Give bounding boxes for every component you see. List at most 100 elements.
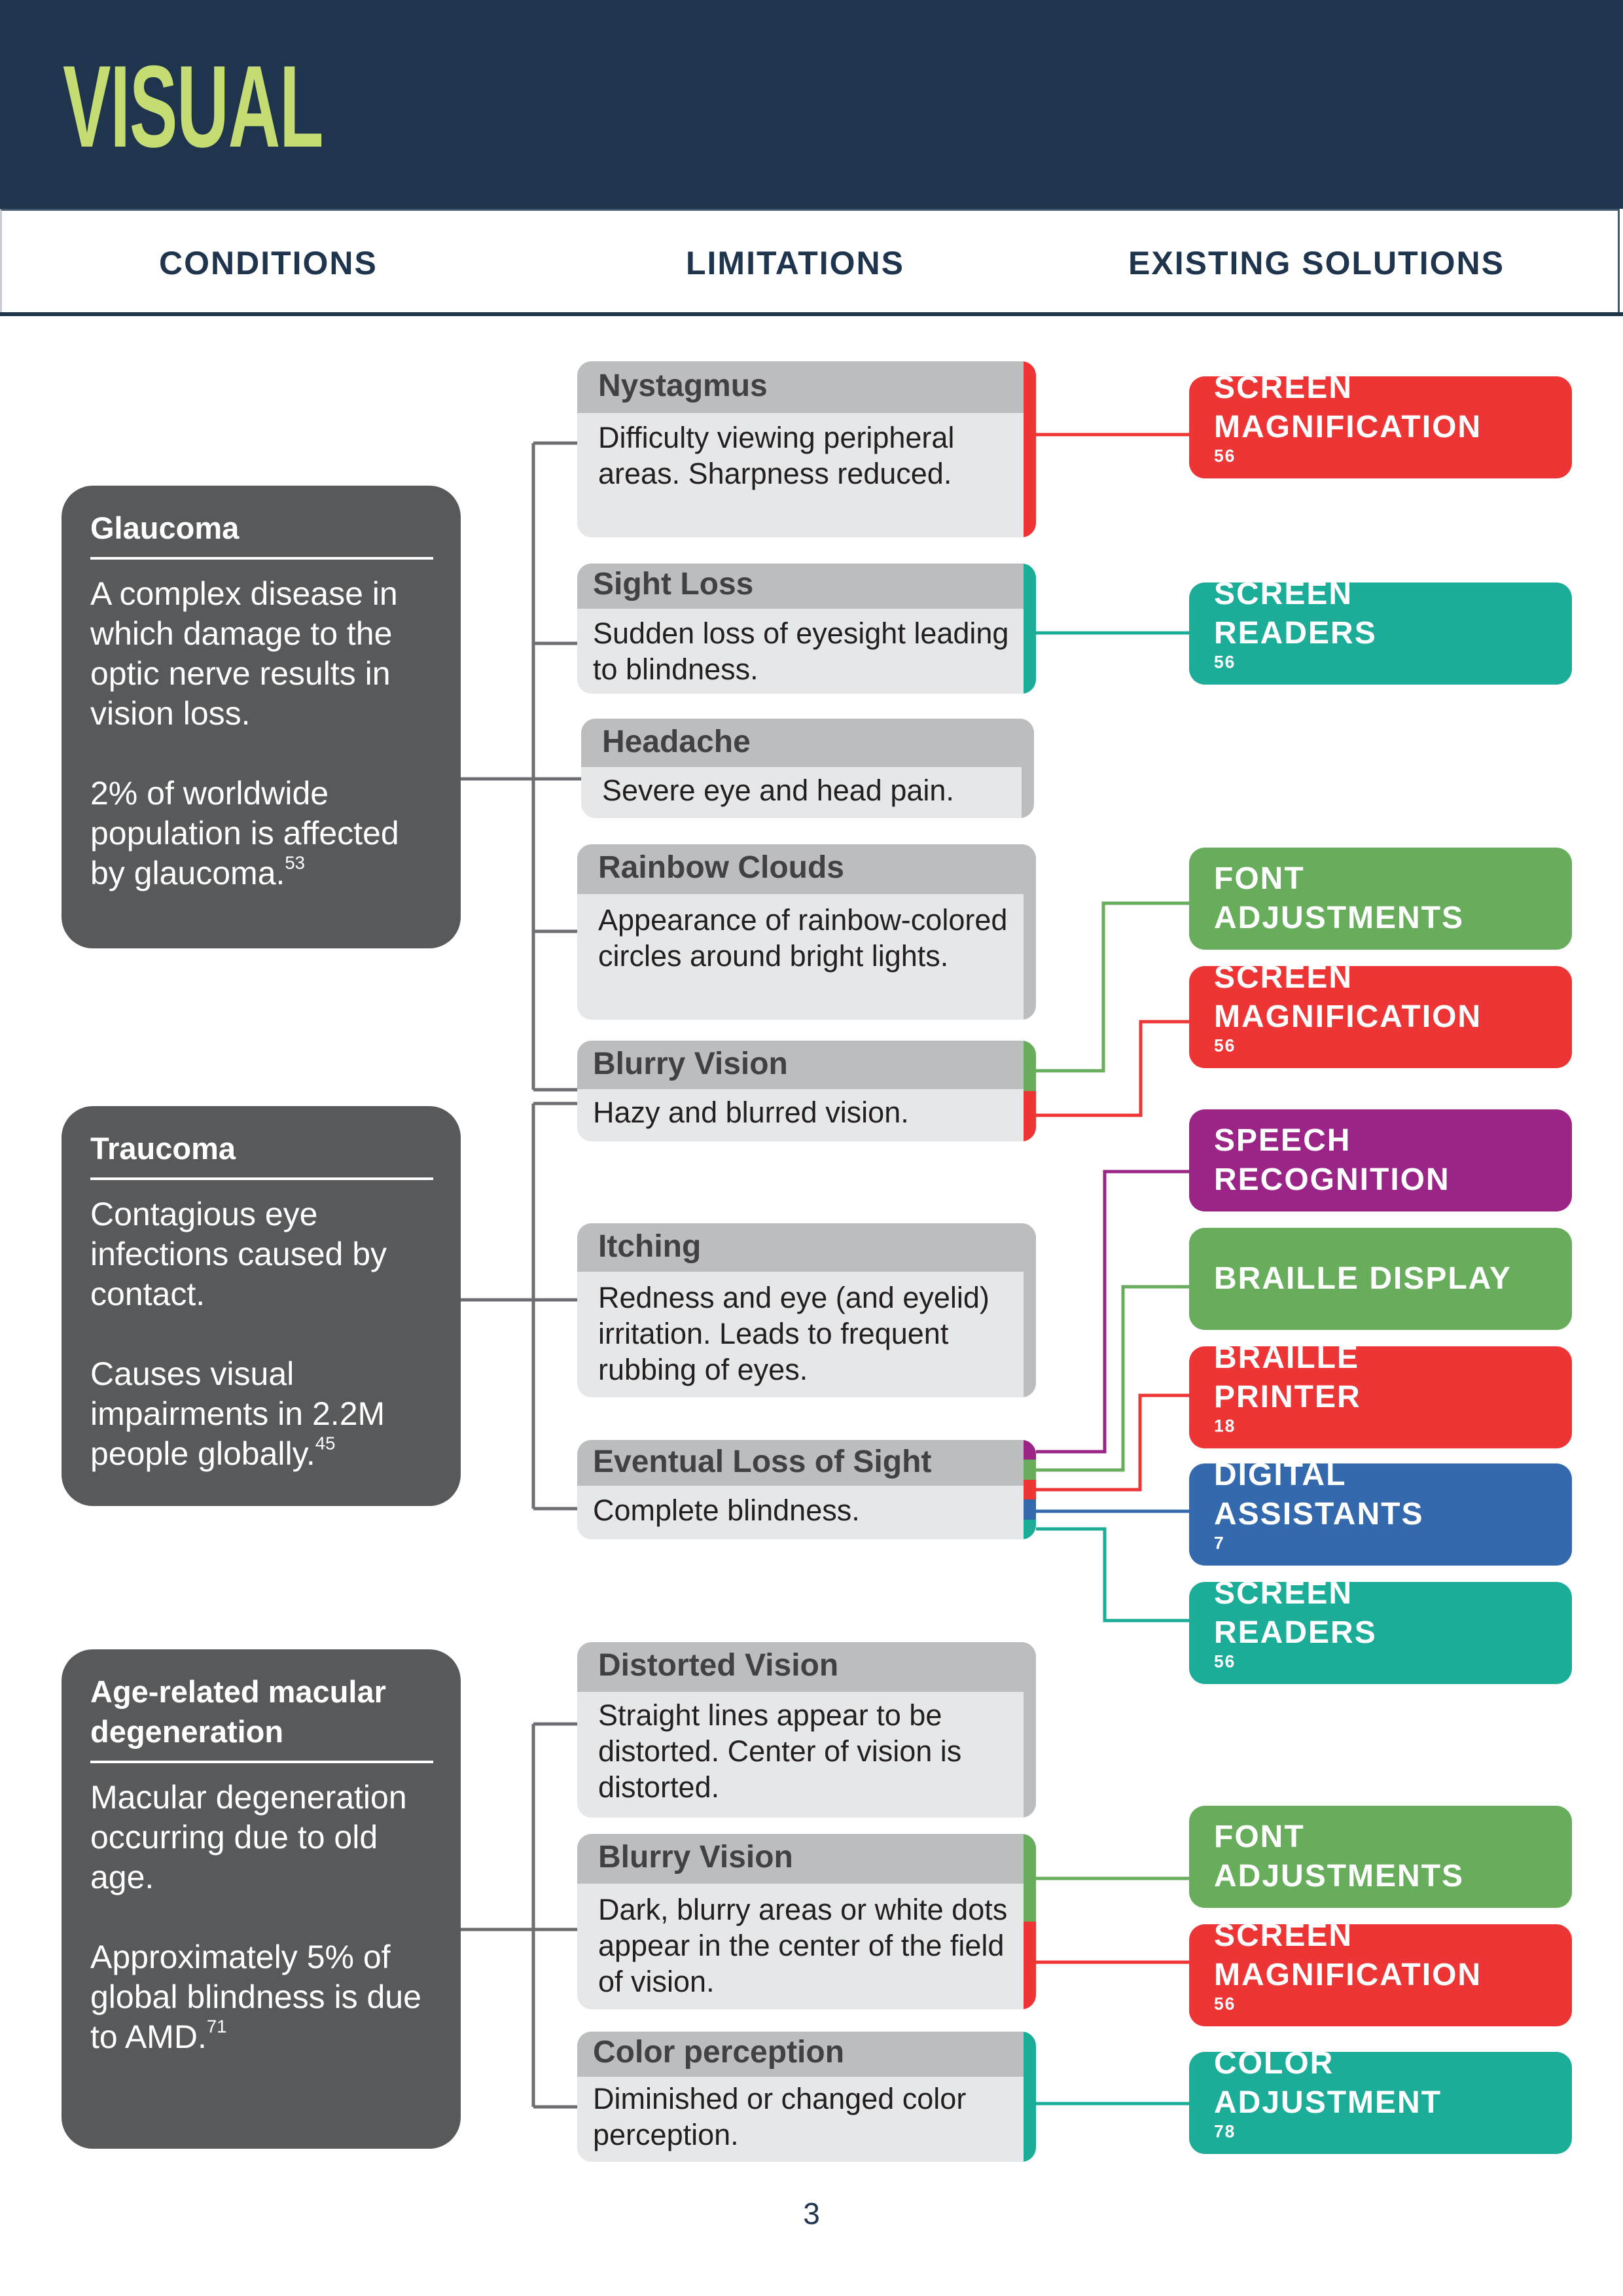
limitation-description: Sudden loss of eyesight leading to blind…: [593, 617, 1009, 686]
limitation-title: Sight Loss: [577, 564, 1036, 609]
neutral-strip: [1024, 1642, 1036, 1818]
reference-superscript: 18: [1214, 1416, 1236, 1436]
condition-paragraph: Contagious eye infections caused by cont…: [90, 1196, 387, 1312]
limitation-description: Appearance of rainbow-colored circles ar…: [598, 903, 1008, 973]
condition-paragraph: Approximately 5% of global blindness is …: [90, 1939, 421, 2055]
solution-color-strip: [1024, 1041, 1036, 1141]
solution-label: SCREEN: [1214, 1918, 1353, 1953]
limitation-title: Blurry Vision: [577, 1834, 1036, 1884]
condition-title: Age-related macular degeneration: [90, 1672, 433, 1763]
reference-superscript: 45: [315, 1433, 336, 1454]
bracket-amd: [461, 1722, 577, 2109]
link-eventual-speech-recognition: [1036, 1170, 1189, 1454]
solution-label: MAGNIFICATION: [1214, 999, 1482, 1034]
solution-screen-magnification: SCREEN MAGNIFICATION 56: [1189, 1918, 1572, 2026]
condition-description: Macular degeneration occurring due to ol…: [90, 1778, 433, 2057]
condition-paragraph: A complex disease in which damage to the…: [90, 575, 398, 732]
condition-card-amd: Age-related macular degeneration Macular…: [62, 1649, 461, 2149]
bracket-traucoma: [461, 1102, 577, 1511]
neutral-strip: [1022, 719, 1034, 818]
solution-label: SCREEN: [1214, 577, 1353, 611]
limitation-title: Itching: [577, 1223, 1036, 1272]
page-number: 3: [803, 2197, 820, 2231]
solution-color-strip: [1024, 1440, 1036, 1539]
limitation-description: Diminished or changed color perception.: [593, 2082, 967, 2151]
reference-superscript: 56: [1214, 446, 1236, 466]
limitation-title: Headache: [581, 719, 1034, 767]
reference-superscript: 56: [1214, 652, 1236, 672]
bracket-glaucoma: [461, 441, 581, 1092]
solution-links: [1036, 433, 1189, 2106]
limitation-card-sight-loss: Sight Loss Sudden loss of eyesight leadi…: [577, 564, 1036, 694]
limitation-title: Distorted Vision: [577, 1642, 1036, 1692]
solution-label: SPEECH: [1214, 1123, 1351, 1158]
solution-label: MAGNIFICATION: [1214, 1958, 1482, 1992]
condition-paragraph: 2% of worldwide population is affected b…: [90, 775, 399, 891]
limitation-description: Severe eye and head pain.: [602, 774, 954, 807]
limitation-description: Hazy and blurred vision.: [593, 1096, 909, 1129]
solution-label: MAGNIFICATION: [1214, 410, 1482, 444]
reference-superscript: 56: [1214, 1994, 1236, 2014]
solution-label: SCREEN: [1214, 960, 1353, 995]
solution-label: RECOGNITION: [1214, 1162, 1450, 1197]
condition-paragraph: Macular degeneration occurring due to ol…: [90, 1779, 407, 1895]
condition-card-traucoma: Traucoma Contagious eye infections cause…: [62, 1106, 461, 1506]
limitation-title: Blurry Vision: [577, 1041, 1036, 1089]
reference-superscript: 78: [1214, 2121, 1236, 2142]
limitation-card-blurry-vision: Blurry Vision Hazy and blurred vision.: [577, 1041, 1036, 1141]
link-blurry-screen-magnification: [1036, 1020, 1189, 1117]
solution-color-strip: [1024, 2032, 1036, 2162]
solution-braille-printer: BRAILLE PRINTER 18: [1189, 1340, 1572, 1448]
solution-label: ADJUSTMENTS: [1214, 1859, 1465, 1893]
solution-label: ADJUSTMENTS: [1214, 901, 1465, 935]
neutral-strip: [1024, 844, 1036, 1020]
condition-description: Contagious eye infections caused by cont…: [90, 1194, 433, 1474]
solution-screen-readers: SCREEN READERS 56: [1189, 1576, 1572, 1684]
solution-label: COLOR: [1214, 2046, 1334, 2081]
link-eventual-braille-printer: [1036, 1393, 1189, 1492]
limitation-description: Difficulty viewing peripheral areas. Sha…: [598, 421, 955, 490]
solution-braille-display: BRAILLE DISPLAY: [1189, 1228, 1572, 1330]
reference-superscript: 53: [285, 852, 305, 873]
solution-label: DIGITAL: [1214, 1458, 1347, 1492]
solution-label: FONT: [1214, 1820, 1305, 1854]
solution-label: READERS: [1214, 1615, 1377, 1650]
solution-speech-recognition: SPEECH RECOGNITION: [1189, 1109, 1572, 1211]
solution-label: BRAILLE DISPLAY: [1214, 1261, 1512, 1296]
solution-font-adjustments: FONT ADJUSTMENTS: [1189, 1806, 1572, 1908]
solution-font-adjustments: FONT ADJUSTMENTS: [1189, 848, 1572, 950]
solution-label: READERS: [1214, 616, 1377, 651]
limitation-title: Nystagmus: [577, 361, 1036, 413]
reference-superscript: 71: [206, 2016, 227, 2037]
condition-paragraph: Causes visual impairments in 2.2M people…: [90, 1355, 385, 1472]
reference-superscript: 7: [1214, 1533, 1225, 1553]
link-blurry-font-adjustments: [1036, 901, 1189, 1073]
limitation-title: Color perception: [577, 2032, 1036, 2077]
limitation-title: Rainbow Clouds: [577, 844, 1036, 894]
solution-label: ADJUSTMENT: [1214, 2085, 1442, 2120]
reference-superscript: 56: [1214, 1651, 1236, 1672]
solution-label: SCREEN: [1214, 1576, 1353, 1611]
solution-color-strip: [1024, 564, 1036, 694]
solution-label: BRAILLE: [1214, 1340, 1359, 1375]
limitation-card-distorted-vision: Distorted Vision Straight lines appear t…: [577, 1642, 1036, 1818]
limitation-card-eventual-loss-of-sight: Eventual Loss of Sight Complete blindnes…: [577, 1440, 1036, 1539]
condition-title: Traucoma: [90, 1128, 433, 1180]
limitation-card-itching: Itching Redness and eye (and eyelid) irr…: [577, 1223, 1036, 1397]
condition-title: Glaucoma: [90, 508, 433, 560]
link-eventual-screen-readers: [1036, 1527, 1189, 1623]
solution-digital-assistants: DIGITAL ASSISTANTS 7: [1189, 1458, 1572, 1566]
solution-screen-readers: SCREEN READERS 56: [1189, 577, 1572, 685]
limitation-card-rainbow-clouds: Rainbow Clouds Appearance of rainbow-col…: [577, 844, 1036, 1020]
limitation-card-color-perception: Color perception Diminished or changed c…: [577, 2032, 1036, 2162]
solution-color-adjustment: COLOR ADJUSTMENT 78: [1189, 2046, 1572, 2154]
limitation-description: Complete blindness.: [593, 1494, 860, 1527]
limitation-card-nystagmus: Nystagmus Difficulty viewing peripheral …: [577, 361, 1036, 537]
limitation-description: Straight lines appear to be distorted. C…: [598, 1698, 962, 1804]
limitation-card-headache: Headache Severe eye and head pain.: [581, 719, 1034, 818]
link-eventual-braille-display: [1036, 1285, 1189, 1472]
solution-screen-magnification: SCREEN MAGNIFICATION 56: [1189, 960, 1572, 1068]
solution-label: FONT: [1214, 861, 1305, 896]
solution-label: PRINTER: [1214, 1380, 1361, 1414]
condition-brackets: [461, 441, 581, 2109]
